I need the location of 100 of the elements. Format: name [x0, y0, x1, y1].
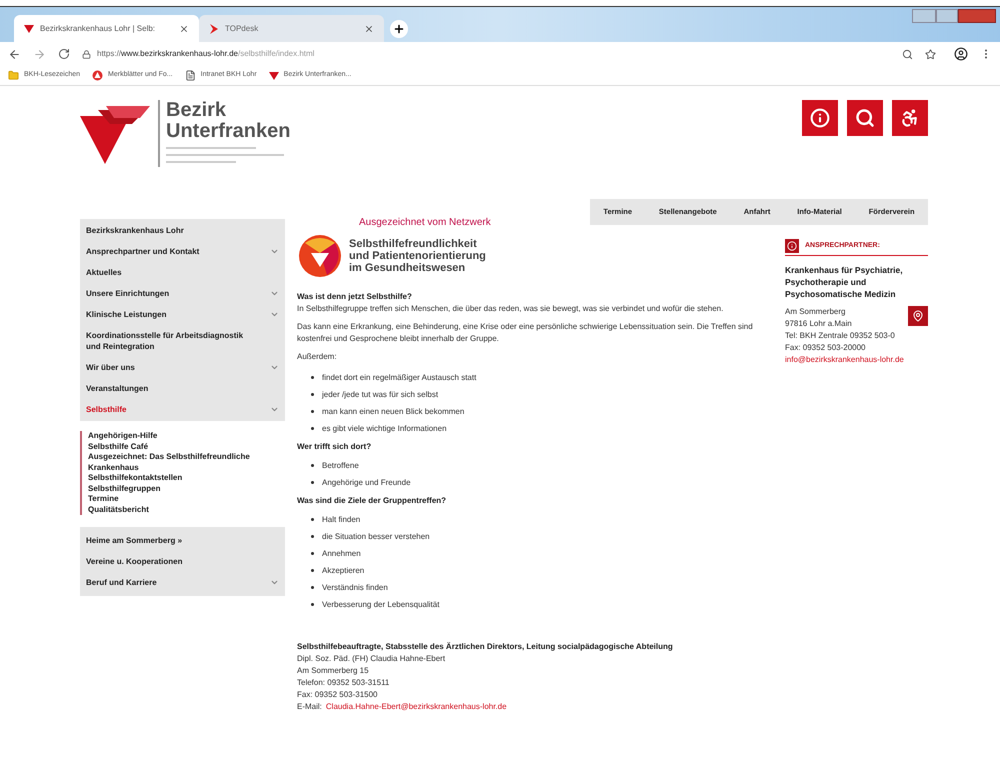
chevron-down-icon[interactable]	[270, 289, 279, 298]
chevron-down-icon[interactable]	[270, 405, 279, 414]
triangle-logo-icon	[24, 24, 34, 32]
circle-logo-icon	[92, 70, 104, 81]
profile-icon[interactable]	[954, 47, 968, 61]
list-item: die Situation besser verstehen	[322, 530, 430, 542]
bullet-icon	[311, 603, 314, 606]
email-link[interactable]: info@bezirkskrankenhaus-lohr.de	[785, 354, 928, 366]
menu-item[interactable]: Unsere Einrichtungen	[80, 284, 285, 303]
submenu-link[interactable]: Qualitätsbericht	[88, 504, 258, 515]
award-title: und Patientenorientierung	[349, 250, 486, 262]
list-item: Akzeptieren	[322, 564, 364, 576]
info-icon	[810, 108, 830, 128]
chevron-down-icon[interactable]	[270, 363, 279, 372]
menu-item[interactable]: Heime am Sommerberg »	[80, 531, 285, 550]
bullet-icon	[311, 535, 314, 538]
menu-item[interactable]: Klinische Leistungen	[80, 305, 285, 324]
bullet-icon	[311, 393, 314, 396]
contact-line: Dipl. Soz. Päd. (FH) Claudia Hahne-Ebert	[297, 653, 446, 665]
paragraph: In Selbsthilfegruppe treffen sich Menschen, die über das reden, was sie bewegt, was sie verbindet und wofür die stehen.	[297, 303, 724, 315]
contact-line: Telefon: 09352 503-31511	[297, 677, 390, 689]
section-heading: Was sind die Ziele der Gruppentreffen?	[297, 495, 448, 507]
map-pin-button[interactable]	[908, 306, 928, 326]
reload-icon[interactable]	[58, 48, 70, 60]
browser-tab[interactable]: Bezirkskrankenhaus Lohr | Selb:	[14, 15, 199, 42]
back-icon[interactable]	[8, 48, 21, 60]
chevron-down-icon[interactable]	[270, 247, 279, 256]
chevron-down-icon[interactable]	[270, 578, 279, 587]
award-logo-icon	[297, 233, 343, 279]
bullet-icon	[311, 569, 314, 572]
list-item: Angehörige und Freunde	[322, 476, 411, 488]
window-controls-drawing[interactable]	[912, 9, 996, 23]
list-item: man kann einen neuen Blick bekommen	[322, 406, 464, 418]
menu-item[interactable]: Ansprechpartner und Kontakt	[80, 242, 285, 261]
logo-text: Unterfranken	[166, 121, 290, 142]
page-icon	[184, 70, 196, 81]
email-link[interactable]: Claudia.Hahne-Ebert@bezirkskrankenhaus-lohr.de	[326, 701, 507, 713]
organization-name: Krankenhaus für Psychiatrie, Psychotherapie und Psychosomatische Medizin	[785, 264, 904, 300]
bullet-icon	[311, 552, 314, 555]
chevron-down-icon[interactable]	[270, 310, 279, 319]
menu-item[interactable]: Beruf und Karriere	[80, 573, 285, 592]
list-item: findet dort ein regelmäßiger Austausch statt	[322, 372, 476, 384]
browser-tab[interactable]: TOPdesk	[199, 15, 384, 42]
bullet-icon	[311, 376, 314, 379]
close-icon[interactable]	[179, 24, 189, 34]
submenu-link[interactable]: Selbsthilfekontaktstellen	[88, 473, 258, 484]
map-pin-icon	[912, 310, 924, 322]
award-title: im Gesundheitswesen	[349, 262, 466, 274]
award-title: Selbsthilfefreundlichkeit	[349, 238, 478, 250]
accessibility-button[interactable]	[892, 100, 928, 136]
address-line: Fax: 09352 503-20000	[785, 342, 867, 354]
email-label: E-Mail:	[297, 701, 322, 713]
paragraph: Außerdem:	[297, 351, 338, 363]
list-item: Annehmen	[322, 548, 361, 560]
submenu-link[interactable]: Selbsthilfegruppen	[88, 484, 258, 494]
address-line: Tel: BKH Zentrale 09352 503-0	[785, 330, 896, 342]
address-line: Am Sommerberg	[785, 306, 846, 318]
menu-item[interactable]: Selbsthilfe	[80, 400, 285, 419]
submenu-link[interactable]: Ausgezeichnet: Das Selbsthilfefreundliche Krankenhaus	[88, 452, 258, 473]
new-tab-button[interactable]	[390, 20, 408, 38]
list-item: Betroffene	[322, 460, 359, 472]
award-caption: Ausgezeichnet vom Netzwerk	[359, 217, 492, 229]
tab-title: Bezirkskrankenhaus Lohr | Selb:	[40, 22, 156, 34]
chevron-logo-icon	[209, 24, 219, 34]
search-icon	[855, 108, 875, 128]
section-heading: Was ist denn jetzt Selbsthilfe?	[297, 291, 413, 303]
contact-line: Fax: 09352 503-31500	[297, 689, 379, 701]
triangle-logo-icon	[80, 106, 150, 164]
submenu-link[interactable]: Selbsthilfe Café	[88, 442, 258, 452]
search-icon[interactable]	[902, 48, 913, 60]
menu-item[interactable]: Bezirkskrankenhaus Lohr	[80, 221, 285, 240]
info-button[interactable]	[802, 100, 838, 136]
submenu-link[interactable]: Termine	[88, 494, 258, 504]
plus-icon	[393, 23, 405, 35]
star-icon[interactable]	[925, 48, 936, 60]
menu-item[interactable]: Aktuelles	[80, 263, 285, 282]
list-item: Verbesserung der Lebensqualität	[322, 598, 440, 610]
list-item: Halt finden	[322, 514, 360, 526]
address-field[interactable]: https://www.bezirkskrankenhaus-lohr.de/selbsthilfe/index.html	[82, 48, 890, 60]
bullet-icon	[311, 410, 314, 413]
menu-item[interactable]: Veranstaltungen	[80, 379, 285, 398]
menu-item[interactable]: Vereine u. Kooperationen	[80, 552, 285, 571]
close-icon[interactable]	[364, 24, 374, 34]
wheelchair-icon	[900, 108, 920, 128]
contact-line: Am Sommerberg 15	[297, 665, 370, 677]
menu-item[interactable]: Koordinationsstelle für Arbeitsdiagnostik und Reintegration	[80, 326, 285, 356]
search-button[interactable]	[847, 100, 883, 136]
bullet-icon	[311, 427, 314, 430]
bullet-icon	[311, 586, 314, 589]
site-logo[interactable]: Bezirk Unterfranken	[80, 100, 290, 167]
list-item: Verständnis finden	[322, 582, 388, 594]
bullet-icon	[311, 518, 314, 521]
submenu-link[interactable]: Angehörigen-Hilfe	[88, 431, 258, 442]
contact-title: Selbsthilfebeauftragte, Stabsstelle des Ärztlichen Direktors, Leitung socialpädagogische Abteilung	[297, 641, 674, 653]
folder-icon	[8, 70, 19, 81]
list-item: jeder /jede tut was für sich selbst	[322, 388, 438, 400]
menu-item[interactable]: Wir über uns	[80, 358, 285, 377]
bullet-icon	[311, 464, 314, 467]
section-heading: Wer trifft sich dort?	[297, 441, 372, 453]
triangle-logo-icon	[268, 72, 279, 80]
